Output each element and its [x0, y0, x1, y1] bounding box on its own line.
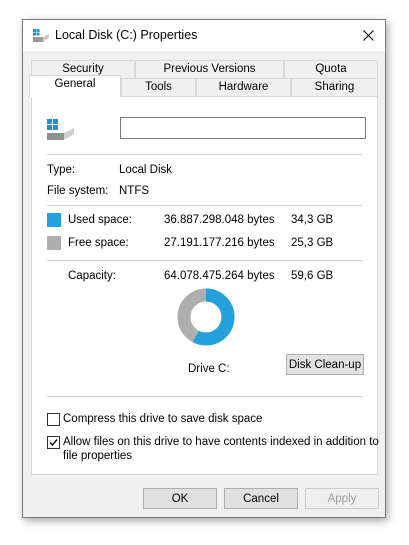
index-label-line2: file properties — [63, 450, 133, 462]
window-title: Local Disk (C:) Properties — [55, 28, 198, 42]
tab-sharing[interactable]: Sharing — [291, 78, 378, 96]
file-system-label: File system: — [47, 185, 109, 197]
close-button[interactable] — [351, 20, 385, 51]
apply-button[interactable]: Apply — [305, 488, 379, 509]
tab-hardware[interactable]: Hardware — [196, 78, 291, 96]
cancel-button[interactable]: Cancel — [224, 488, 298, 509]
separator — [47, 260, 363, 261]
tab-previous-versions[interactable]: Previous Versions — [135, 60, 284, 78]
compress-label: Compress this drive to save disk space — [63, 413, 263, 425]
close-icon — [362, 30, 374, 41]
used-space-bytes: 36.887.298.048 bytes — [164, 214, 275, 226]
tab-quota[interactable]: Quota — [284, 60, 378, 78]
separator — [47, 205, 363, 206]
separator — [47, 396, 363, 397]
properties-dialog: Local Disk (C:) Properties Security Prev… — [22, 19, 386, 518]
used-space-gb: 34,3 GB — [291, 214, 334, 226]
used-space-label: Used space: — [68, 214, 132, 226]
checkmark-icon — [49, 439, 58, 447]
capacity-bytes: 64.078.475.264 bytes — [164, 270, 275, 282]
capacity-gb: 59,6 GB — [291, 270, 334, 282]
drive-large-icon — [47, 119, 74, 140]
drive-letter-label: Drive C: — [188, 363, 230, 375]
general-panel: Type: Local Disk File system: NTFS Used … — [31, 96, 379, 475]
index-checkbox[interactable] — [47, 436, 60, 449]
ok-button[interactable]: OK — [143, 488, 217, 509]
capacity-label: Capacity: — [68, 270, 116, 282]
usage-donut-chart — [177, 288, 235, 346]
drive-icon — [33, 29, 49, 42]
free-space-bytes: 27.191.177.216 bytes — [164, 237, 275, 249]
drive-name-input[interactable] — [120, 117, 366, 139]
tab-tools[interactable]: Tools — [121, 78, 196, 96]
file-system-value: NTFS — [119, 185, 150, 197]
compress-checkbox[interactable] — [47, 413, 60, 426]
type-value: Local Disk — [119, 164, 173, 176]
index-label-line1: Allow files on this drive to have conten… — [63, 436, 379, 448]
type-label: Type: — [47, 164, 76, 176]
free-space-gb: 25,3 GB — [291, 237, 334, 249]
used-space-swatch — [47, 213, 61, 227]
title-bar: Local Disk (C:) Properties — [23, 20, 385, 51]
free-space-swatch — [47, 236, 61, 250]
tab-general[interactable]: General — [29, 75, 121, 97]
free-space-label: Free space: — [68, 237, 129, 249]
disk-cleanup-button[interactable]: Disk Clean-up — [286, 354, 364, 375]
separator — [47, 154, 363, 155]
